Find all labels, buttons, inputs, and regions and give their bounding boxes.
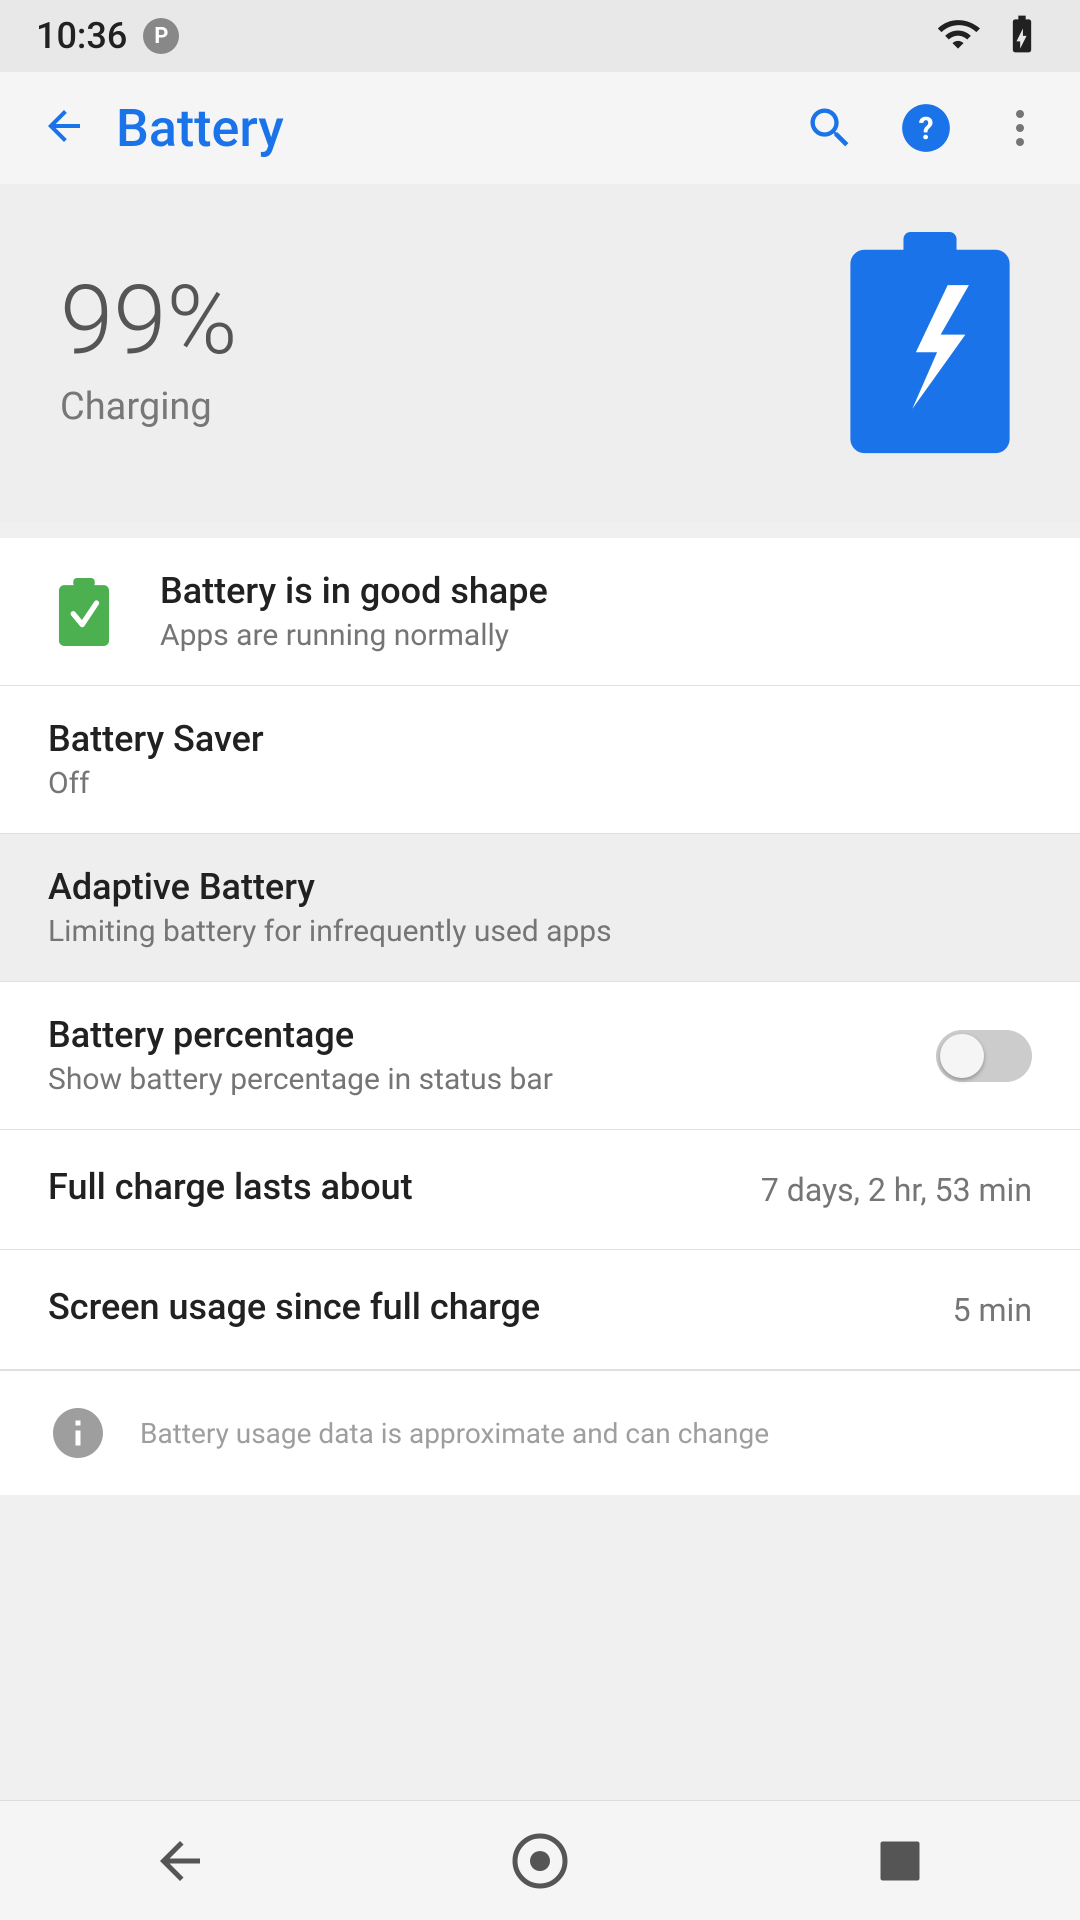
search-button[interactable] bbox=[792, 90, 868, 166]
battery-charging-large-icon bbox=[840, 232, 1020, 462]
info-icon bbox=[48, 1403, 108, 1463]
battery-hero: 99% Charging bbox=[0, 184, 1080, 522]
section-divider bbox=[0, 522, 1080, 538]
status-battery-charging-icon bbox=[1000, 12, 1044, 60]
app-bar: Battery ? bbox=[0, 72, 1080, 184]
settings-list: Battery is in good shape Apps are runnin… bbox=[0, 538, 1080, 1495]
battery-health-title: Battery is in good shape bbox=[160, 570, 1032, 612]
battery-percentage-toggle[interactable] bbox=[936, 1030, 1032, 1082]
battery-percentage-item[interactable]: Battery percentage Show battery percenta… bbox=[0, 982, 1080, 1130]
battery-saver-text: Battery Saver Off bbox=[48, 718, 1032, 801]
screen-usage-text: Screen usage since full charge bbox=[48, 1286, 933, 1334]
wifi-icon bbox=[936, 12, 980, 60]
nav-home-button[interactable] bbox=[480, 1801, 600, 1920]
help-button[interactable]: ? bbox=[888, 90, 964, 166]
bottom-spacer bbox=[0, 1495, 1080, 1615]
adaptive-battery-text: Adaptive Battery Limiting battery for in… bbox=[48, 866, 1032, 949]
battery-charging-status: Charging bbox=[60, 385, 237, 429]
screen-usage-value: 5 min bbox=[953, 1291, 1032, 1329]
full-charge-value: 7 days, 2 hr, 53 min bbox=[761, 1171, 1032, 1209]
full-charge-title: Full charge lasts about bbox=[48, 1166, 741, 1208]
battery-percentage-title: Battery percentage bbox=[48, 1014, 916, 1056]
battery-percentage-subtitle: Show battery percentage in status bar bbox=[48, 1062, 916, 1097]
battery-health-text: Battery is in good shape Apps are runnin… bbox=[160, 570, 1032, 653]
app-bar-actions: ? bbox=[792, 90, 1056, 166]
nav-recents-button[interactable] bbox=[840, 1801, 960, 1920]
full-charge-item: Full charge lasts about 7 days, 2 hr, 53… bbox=[0, 1130, 1080, 1250]
battery-check-icon bbox=[48, 576, 120, 648]
battery-percentage-text: Battery percentage Show battery percenta… bbox=[48, 1014, 916, 1097]
battery-percent: 99% bbox=[60, 265, 237, 377]
status-bar: 10:36 P bbox=[0, 0, 1080, 72]
screen-usage-item: Screen usage since full charge 5 min bbox=[0, 1250, 1080, 1370]
status-left: 10:36 P bbox=[36, 15, 179, 57]
adaptive-battery-subtitle: Limiting battery for infrequently used a… bbox=[48, 914, 1032, 949]
screen-usage-title: Screen usage since full charge bbox=[48, 1286, 933, 1328]
nav-back-button[interactable] bbox=[120, 1801, 240, 1920]
status-time: 10:36 bbox=[36, 15, 127, 57]
adaptive-battery-item[interactable]: Adaptive Battery Limiting battery for in… bbox=[0, 834, 1080, 982]
status-right bbox=[936, 12, 1044, 60]
bottom-nav bbox=[0, 1800, 1080, 1920]
battery-saver-item[interactable]: Battery Saver Off bbox=[0, 686, 1080, 834]
parking-icon: P bbox=[143, 18, 179, 54]
battery-health-subtitle: Apps are running normally bbox=[160, 618, 1032, 653]
overflow-menu-button[interactable] bbox=[984, 92, 1056, 164]
svg-text:?: ? bbox=[918, 112, 933, 147]
info-row: Battery usage data is approximate and ca… bbox=[0, 1370, 1080, 1495]
page-title: Battery bbox=[116, 98, 792, 159]
back-button[interactable] bbox=[24, 86, 104, 170]
info-text: Battery usage data is approximate and ca… bbox=[140, 1417, 769, 1450]
battery-info: 99% Charging bbox=[60, 265, 237, 429]
battery-saver-title: Battery Saver bbox=[48, 718, 1032, 760]
adaptive-battery-title: Adaptive Battery bbox=[48, 866, 1032, 908]
full-charge-text: Full charge lasts about bbox=[48, 1166, 741, 1214]
battery-health-item[interactable]: Battery is in good shape Apps are runnin… bbox=[0, 538, 1080, 686]
battery-saver-subtitle: Off bbox=[48, 766, 1032, 801]
